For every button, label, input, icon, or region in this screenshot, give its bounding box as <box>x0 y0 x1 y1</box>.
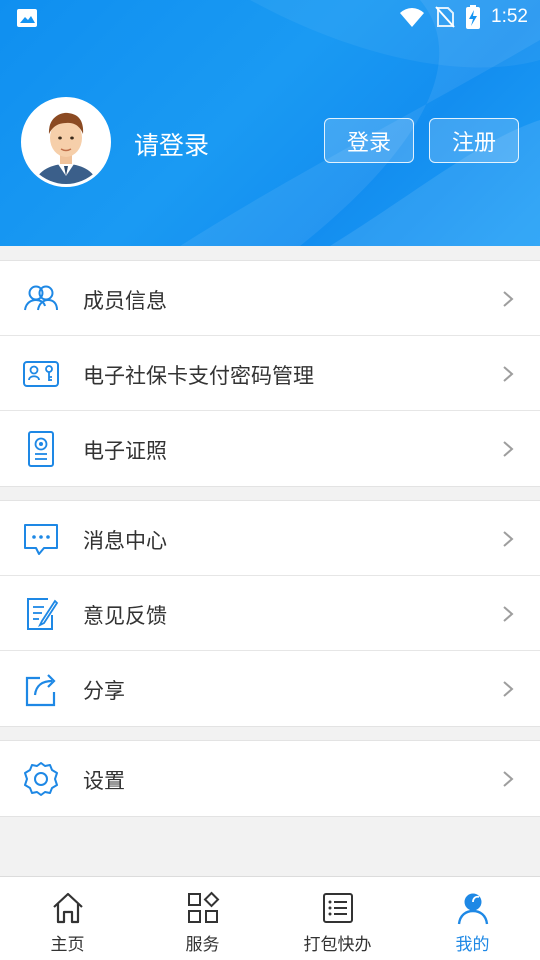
menu-item-label: 成员信息 <box>83 289 167 313</box>
menu-item-e-license[interactable]: 电子证照 <box>0 411 540 486</box>
no-sim-icon <box>435 6 455 28</box>
profile-icon <box>457 893 488 925</box>
battery-charging-icon <box>466 5 481 29</box>
login-prompt[interactable]: 请登录 <box>134 126 209 162</box>
license-icon <box>28 431 54 467</box>
chevron-right-icon <box>503 606 514 622</box>
social-card-icon <box>23 361 59 387</box>
profile-header: 1:52 请登录 登录 注册 <box>0 0 540 246</box>
chevron-right-icon <box>503 291 514 307</box>
tab-services[interactable]: 服务 <box>135 877 270 960</box>
tab-label: 我的 <box>455 935 490 955</box>
settings-icon <box>24 762 58 796</box>
menu-item-label: 设置 <box>83 769 125 793</box>
register-button[interactable]: 注册 <box>429 118 519 163</box>
chevron-right-icon <box>503 366 514 382</box>
home-icon <box>52 892 83 924</box>
tab-label: 服务 <box>185 935 220 955</box>
message-icon <box>24 524 58 555</box>
menu-group-communication: 消息中心 意见反馈 分享 <box>0 500 540 727</box>
gallery-icon <box>17 9 37 27</box>
menu-item-feedback[interactable]: 意见反馈 <box>0 576 540 651</box>
share-icon <box>25 674 56 707</box>
tab-home[interactable]: 主页 <box>0 877 135 960</box>
menu-item-members[interactable]: 成员信息 <box>0 261 540 336</box>
menu-item-social-card-password[interactable]: 电子社保卡支付密码管理 <box>0 336 540 411</box>
members-icon <box>24 285 58 311</box>
status-time: 1:52 <box>491 6 528 27</box>
status-bar: 1:52 <box>0 0 540 36</box>
menu-group-settings: 设置 <box>0 740 540 817</box>
chevron-right-icon <box>503 771 514 787</box>
bottom-tab-bar: 主页 服务 打包快办 我的 <box>0 876 540 960</box>
menu-item-label: 消息中心 <box>83 529 167 553</box>
feedback-icon <box>27 598 59 630</box>
menu-item-label: 电子证照 <box>83 439 167 463</box>
services-icon <box>187 891 219 923</box>
menu-group-account: 成员信息 电子社保卡支付密码管理 电子证照 <box>0 260 540 487</box>
tab-label: 主页 <box>50 935 85 955</box>
menu-item-share[interactable]: 分享 <box>0 651 540 726</box>
login-button[interactable]: 登录 <box>324 118 414 163</box>
chevron-right-icon <box>503 441 514 457</box>
tab-package-fast[interactable]: 打包快办 <box>270 877 405 960</box>
menu-item-label: 电子社保卡支付密码管理 <box>83 364 314 388</box>
menu-item-message-center[interactable]: 消息中心 <box>0 501 540 576</box>
wifi-icon <box>400 8 425 27</box>
chevron-right-icon <box>503 681 514 697</box>
tab-label: 打包快办 <box>303 935 372 955</box>
chevron-right-icon <box>503 531 514 547</box>
menu-item-label: 分享 <box>83 679 125 703</box>
tab-mine[interactable]: 我的 <box>405 877 540 960</box>
avatar[interactable] <box>21 97 111 187</box>
menu-item-label: 意见反馈 <box>83 604 167 628</box>
list-icon <box>322 893 353 923</box>
menu-item-settings[interactable]: 设置 <box>0 741 540 816</box>
